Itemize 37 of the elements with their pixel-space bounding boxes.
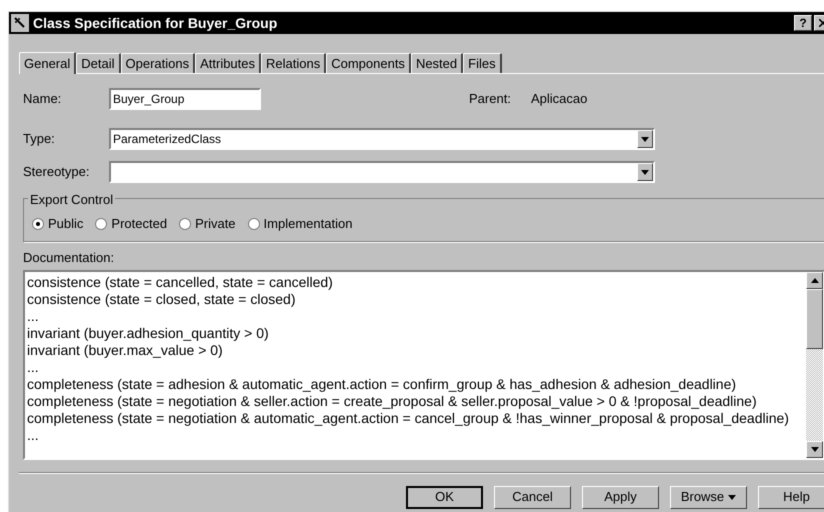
radio-label[interactable]: Private bbox=[195, 214, 236, 234]
type-label: Type: bbox=[23, 130, 56, 148]
window-title: Class Specification for Buyer_Group bbox=[33, 14, 278, 33]
tab[interactable]: Operations bbox=[120, 53, 196, 73]
radio-label[interactable]: Protected bbox=[111, 214, 168, 234]
help-button[interactable]: ? bbox=[794, 15, 812, 31]
tab[interactable]: Relations bbox=[261, 53, 326, 73]
radio-label[interactable]: Public bbox=[48, 214, 84, 234]
stereotype-label: Stereotype: bbox=[23, 163, 90, 182]
name-label: Name: bbox=[23, 90, 62, 108]
dialog-button[interactable]: OK bbox=[406, 486, 483, 508]
tab[interactable]: Components bbox=[326, 53, 411, 73]
type-dropdown[interactable]: ParameterizedClass bbox=[109, 128, 655, 150]
documentation-line: consistence (state = cancelled, state = cancelled) bbox=[27, 274, 334, 290]
documentation-line: completeness (state = adhesion & automatic_agent.action = confirm_group & has_adhesion & adhesion_deadline) bbox=[27, 376, 738, 392]
tab[interactable]: General bbox=[19, 52, 76, 74]
documentation-line: invariant (buyer.max_value > 0) bbox=[27, 342, 224, 358]
tab[interactable]: Files bbox=[463, 53, 502, 73]
browse-menu-button[interactable]: Browse bbox=[670, 486, 747, 508]
radio-label[interactable]: Implementation bbox=[264, 214, 352, 234]
documentation-line: completeness (state = negotiation & seller.action = create_proposal & seller.proposal_value > 0 & !proposal_deadline) bbox=[27, 392, 758, 410]
dialog-button[interactable]: Cancel bbox=[494, 486, 571, 508]
parent-label: Parent: bbox=[469, 90, 512, 108]
tab[interactable]: Detail bbox=[76, 53, 120, 73]
documentation-line: consistence (state = closed, state = closed) bbox=[27, 290, 296, 308]
documentation-line: invariant (buyer.adhesion_quantity > 0) bbox=[27, 324, 270, 342]
tab[interactable]: Attributes bbox=[195, 53, 262, 73]
documentation-label: Documentation: bbox=[23, 249, 116, 267]
name-field[interactable]: Buyer_Group bbox=[109, 88, 261, 110]
dialog-button[interactable]: Apply bbox=[582, 486, 659, 508]
documentation-line: ... bbox=[27, 426, 40, 444]
documentation-line: ... bbox=[27, 308, 40, 324]
parent-value: Aplicacao bbox=[531, 90, 588, 108]
documentation-line: ... bbox=[27, 358, 40, 376]
tab[interactable]: Nested bbox=[410, 53, 464, 73]
documentation-line: completeness (state = negotiation & automatic_agent.action = cancel_group & !has_winner_proposal & proposal_deadline) bbox=[27, 410, 790, 426]
dialog-button[interactable]: Help bbox=[758, 486, 824, 508]
